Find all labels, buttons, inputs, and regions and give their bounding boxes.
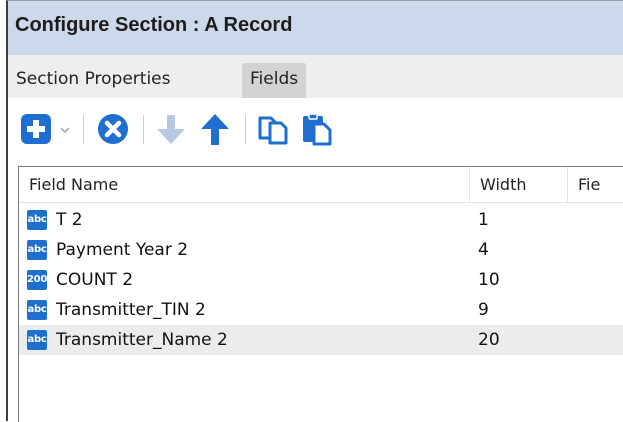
- copy-button[interactable]: [256, 112, 290, 146]
- toolbar-separator: [143, 115, 144, 144]
- grid-header: Field Name Width Fie: [19, 167, 623, 203]
- field-width-cell: 10: [478, 270, 500, 290]
- tab-strip: Section Properties Fields: [8, 55, 623, 98]
- table-row[interactable]: abc T 2 1: [19, 205, 623, 235]
- paste-icon: [303, 113, 332, 146]
- plus-square-icon: [21, 114, 51, 144]
- move-up-button[interactable]: [198, 112, 232, 146]
- field-width-cell: 4: [478, 240, 489, 260]
- title-bar: Configure Section : A Record: [8, 1, 623, 55]
- text-type-icon: abc: [27, 240, 47, 260]
- arrow-down-icon: [157, 115, 185, 144]
- fields-grid: Field Name Width Fie abc T 2 1 abc Payme…: [18, 166, 623, 422]
- column-header-field-truncated[interactable]: Fie: [568, 167, 623, 202]
- table-row[interactable]: abc Payment Year 2 4: [19, 235, 623, 265]
- toolbar-separator: [83, 115, 84, 144]
- field-name-cell: Transmitter_TIN 2: [56, 300, 206, 320]
- fields-toolbar: [8, 98, 623, 166]
- chevron-down-icon: [60, 127, 70, 134]
- field-width-cell: 9: [478, 300, 489, 320]
- text-type-icon: abc: [27, 210, 47, 230]
- configure-section-dialog: Configure Section : A Record Section Pro…: [6, 0, 623, 422]
- column-header-width[interactable]: Width: [470, 167, 567, 202]
- field-name-cell: Payment Year 2: [56, 240, 189, 260]
- dialog-title: Configure Section : A Record: [15, 14, 293, 36]
- x-circle-icon: [98, 114, 128, 144]
- delete-field-button[interactable]: [96, 112, 130, 146]
- field-name-cell: T 2: [56, 210, 83, 230]
- table-row-selected[interactable]: abc Transmitter_Name 2 20: [19, 325, 623, 355]
- arrow-up-icon: [201, 114, 229, 145]
- add-field-button[interactable]: [19, 112, 53, 146]
- move-down-button[interactable]: [154, 112, 188, 146]
- field-name-cell: COUNT 2: [56, 270, 134, 290]
- field-width-cell: 1: [478, 210, 489, 230]
- table-row[interactable]: abc Transmitter_TIN 2 9: [19, 295, 623, 325]
- numeric-type-icon: 200: [27, 270, 47, 290]
- field-name-cell: Transmitter_Name 2: [56, 330, 228, 350]
- tab-section-properties[interactable]: Section Properties: [11, 63, 175, 98]
- field-width-cell: 20: [478, 330, 500, 350]
- copy-icon: [258, 116, 288, 145]
- column-header-field-name[interactable]: Field Name: [19, 167, 469, 202]
- table-row[interactable]: 200 COUNT 2 10: [19, 265, 623, 295]
- paste-button[interactable]: [300, 112, 334, 146]
- toolbar-separator: [245, 115, 246, 144]
- add-field-dropdown[interactable]: [56, 112, 74, 146]
- text-type-icon: abc: [27, 300, 47, 320]
- tab-fields[interactable]: Fields: [242, 63, 307, 98]
- text-type-icon: abc: [27, 330, 47, 350]
